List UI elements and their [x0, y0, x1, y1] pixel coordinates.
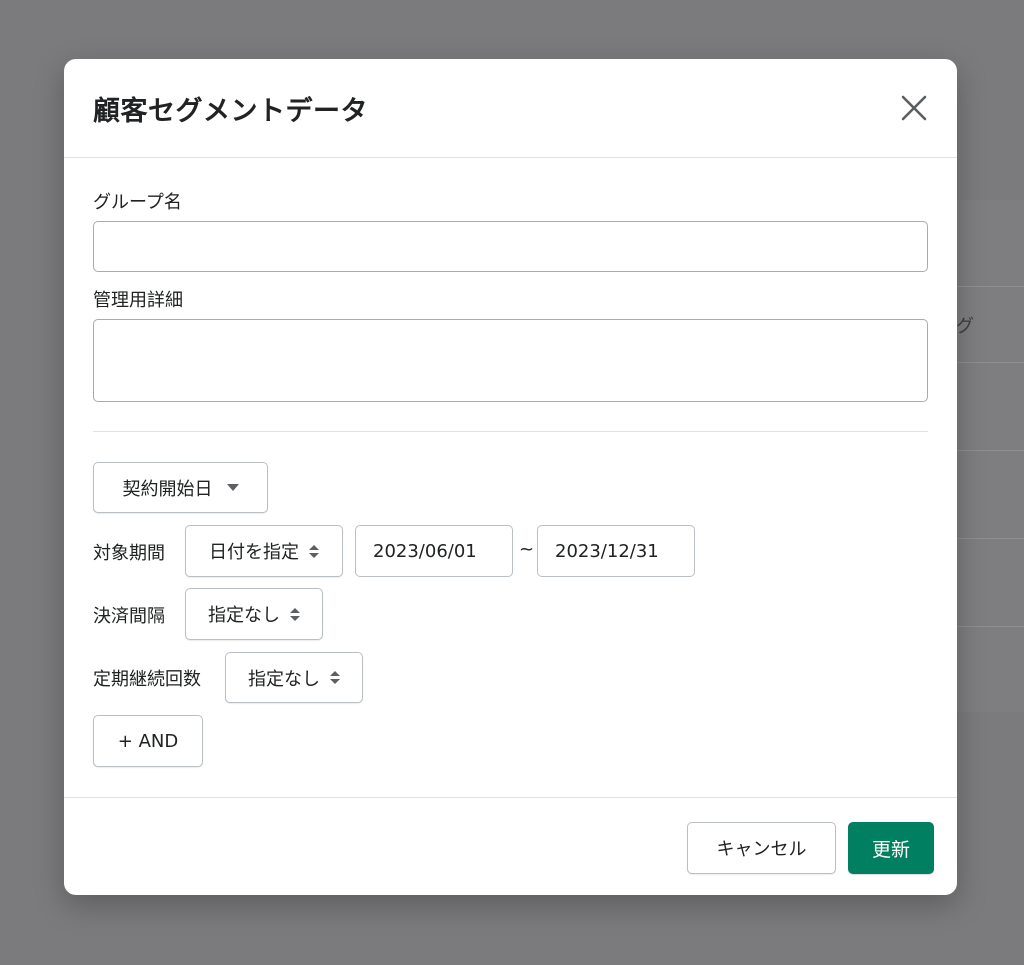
end-date-input[interactable]: 2023/12/31	[537, 525, 695, 577]
admin-detail-label: 管理用詳細	[93, 290, 183, 311]
update-button[interactable]: 更新	[848, 822, 934, 874]
select-arrows-icon	[309, 544, 319, 558]
condition-type-label: 契約開始日	[122, 478, 213, 500]
condition-type-dropdown[interactable]: 契約開始日	[93, 462, 268, 513]
admin-detail-textarea[interactable]	[93, 319, 928, 402]
modal-header: 顧客セグメントデータ	[64, 59, 957, 158]
date-range-separator: ~	[519, 539, 535, 560]
add-and-condition-button[interactable]: + AND	[93, 715, 203, 767]
payment-interval-select-value: 指定なし	[208, 605, 280, 626]
target-period-select-value: 日付を指定	[209, 542, 299, 563]
add-and-label: + AND	[117, 730, 179, 752]
payment-interval-label: 決済間隔	[93, 606, 165, 627]
group-name-label: グループ名	[93, 192, 182, 213]
select-arrows-icon	[290, 607, 300, 621]
cancel-label: キャンセル	[716, 839, 807, 860]
renewal-count-select[interactable]: 指定なし	[225, 652, 363, 703]
renewal-count-select-value: 指定なし	[248, 668, 320, 690]
select-arrows-icon	[330, 671, 340, 684]
close-button[interactable]	[897, 91, 931, 125]
renewal-count-label: 定期継続回数	[93, 669, 201, 690]
start-date-input[interactable]: 2023/06/01	[355, 525, 513, 577]
caret-down-icon	[226, 484, 239, 491]
cancel-button[interactable]: キャンセル	[687, 822, 836, 874]
target-period-select[interactable]: 日付を指定	[185, 525, 343, 577]
start-date-value: 2023/06/01	[373, 540, 477, 562]
payment-interval-select[interactable]: 指定なし	[185, 588, 323, 640]
section-divider	[93, 431, 928, 432]
target-period-label: 対象期間	[93, 543, 165, 564]
modal-footer: キャンセル 更新	[64, 797, 957, 895]
update-label: 更新	[871, 838, 910, 861]
close-icon	[901, 95, 927, 121]
bg-partial-text: グ	[956, 316, 974, 337]
segment-modal: 顧客セグメントデータ グループ名 管理用詳細 契約開始日 対象期間 日付を指定 …	[64, 59, 957, 895]
group-name-input[interactable]	[93, 221, 928, 272]
end-date-value: 2023/12/31	[555, 540, 659, 562]
modal-title: 顧客セグメントデータ	[93, 96, 368, 127]
